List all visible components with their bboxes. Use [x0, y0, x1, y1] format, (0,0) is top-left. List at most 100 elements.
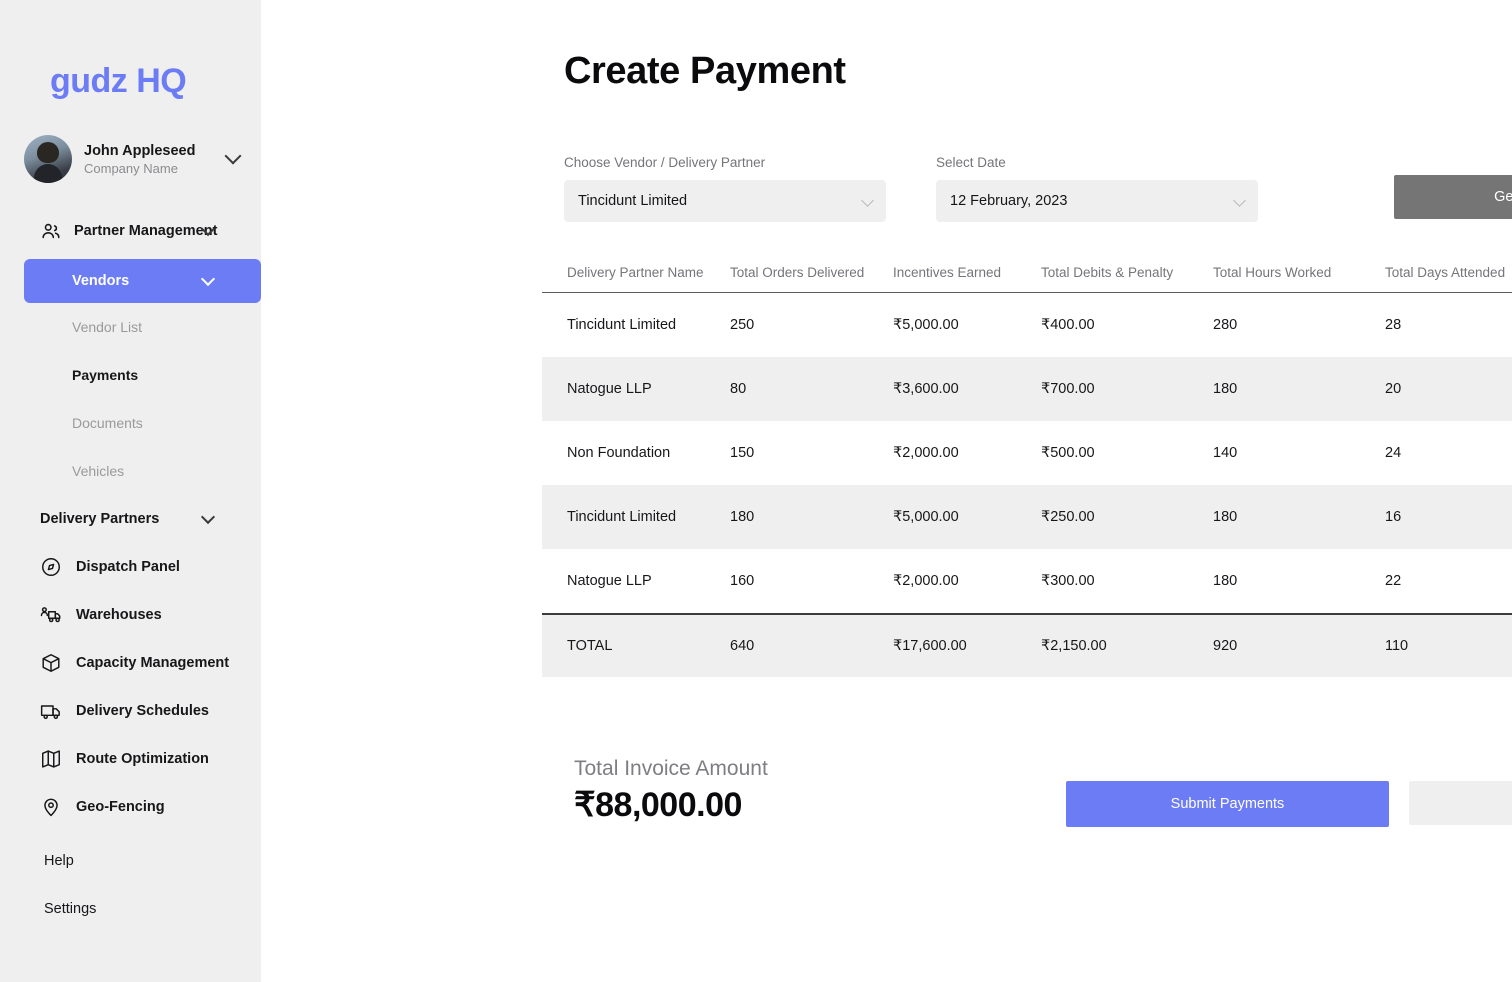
table-total-row: TOTAL 640 ₹17,600.00 ₹2,150.00 920 110 ₹…: [542, 615, 1512, 677]
cell-total-days: 110: [1385, 638, 1512, 654]
chevron-down-icon[interactable]: [225, 148, 242, 165]
col-header-hours: Total Hours Worked: [1213, 265, 1385, 280]
cell-incentives: ₹3,600.00: [893, 381, 1041, 397]
sidebar-label: Route Optimization: [76, 751, 209, 767]
cell-hours: 180: [1213, 381, 1385, 397]
sidebar-label: Documents: [72, 415, 143, 431]
date-select-value: 12 February, 2023: [950, 193, 1067, 209]
cell-debits: ₹400.00: [1041, 317, 1213, 333]
truck-icon: [40, 700, 62, 722]
table-row[interactable]: Tincidunt Limited 250 ₹5,000.00 ₹400.00 …: [542, 293, 1512, 357]
cell-orders: 250: [730, 317, 893, 333]
user-name: John Appleseed: [84, 143, 215, 159]
cell-debits: ₹500.00: [1041, 445, 1213, 461]
cell-partner-name: Natogue LLP: [542, 381, 730, 397]
sidebar-label: Dispatch Panel: [76, 559, 180, 575]
total-invoice-amount: ₹88,000.00: [574, 785, 768, 825]
sidebar-item-vehicles[interactable]: Vehicles: [0, 447, 261, 495]
cell-incentives: ₹2,000.00: [893, 573, 1041, 589]
sidebar-item-vendor-list[interactable]: Vendor List: [0, 303, 261, 351]
date-select[interactable]: 12 February, 2023: [936, 180, 1258, 222]
box-icon: [40, 652, 62, 674]
chevron-down-icon: [861, 194, 874, 207]
sidebar-item-help[interactable]: Help: [0, 837, 261, 885]
chevron-down-icon[interactable]: [201, 510, 215, 524]
sidebar-item-payments[interactable]: Payments: [0, 351, 261, 399]
cell-total-debits: ₹2,150.00: [1041, 638, 1213, 654]
cell-total-hours: 920: [1213, 638, 1385, 654]
chevron-down-icon: [1233, 194, 1246, 207]
cell-days: 20: [1385, 381, 1512, 397]
cell-total-incentives: ₹17,600.00: [893, 638, 1041, 654]
sidebar-item-route-optimization[interactable]: Route Optimization: [0, 735, 261, 783]
flag-payment-button[interactable]: Flag Payment: [1409, 781, 1512, 825]
sidebar-item-delivery-schedules[interactable]: Delivery Schedules: [0, 687, 261, 735]
total-invoice-block: Total Invoice Amount ₹88,000.00: [574, 757, 768, 825]
chevron-down-icon[interactable]: [201, 272, 215, 286]
cell-days: 28: [1385, 317, 1512, 333]
sidebar-label: Delivery Schedules: [76, 703, 209, 719]
warehouse-truck-icon: [40, 604, 62, 626]
cell-partner-name: Tincidunt Limited: [542, 509, 730, 525]
vendor-field: Choose Vendor / Delivery Partner Tincidu…: [564, 155, 886, 222]
sidebar-item-delivery-partners[interactable]: Delivery Partners: [0, 495, 261, 543]
cell-days: 16: [1385, 509, 1512, 525]
total-invoice-label: Total Invoice Amount: [574, 757, 768, 781]
cell-hours: 180: [1213, 573, 1385, 589]
brand-logo: gudz HQ: [0, 0, 261, 101]
sidebar-label: Capacity Management: [76, 655, 229, 671]
sidebar-item-vendors[interactable]: Vendors: [24, 259, 261, 303]
sidebar-item-capacity-management[interactable]: Capacity Management: [0, 639, 261, 687]
sidebar: gudz HQ John Appleseed Company Name: [0, 0, 261, 982]
col-header-incentives: Incentives Earned: [893, 265, 1041, 280]
cell-hours: 180: [1213, 509, 1385, 525]
cell-hours: 280: [1213, 317, 1385, 333]
user-company: Company Name: [84, 161, 215, 176]
table-row[interactable]: Natogue LLP 160 ₹2,000.00 ₹300.00 180 22…: [542, 549, 1512, 613]
vendor-select-value: Tincidunt Limited: [578, 193, 687, 209]
avatar: [24, 135, 72, 183]
cell-partner-name: Natogue LLP: [542, 573, 730, 589]
cell-incentives: ₹2,000.00: [893, 445, 1041, 461]
cell-incentives: ₹5,000.00: [893, 509, 1041, 525]
sidebar-label: Geo-Fencing: [76, 799, 165, 815]
sidebar-item-geo-fencing[interactable]: Geo-Fencing: [0, 783, 261, 831]
date-field: Select Date 12 February, 2023: [936, 155, 1258, 222]
cell-incentives: ₹5,000.00: [893, 317, 1041, 333]
col-header-debits: Total Debits & Penalty: [1041, 265, 1213, 280]
vendor-select[interactable]: Tincidunt Limited: [564, 180, 886, 222]
cell-days: 24: [1385, 445, 1512, 461]
table-row[interactable]: Non Foundation 150 ₹2,000.00 ₹500.00 140…: [542, 421, 1512, 485]
table-row[interactable]: Natogue LLP 80 ₹3,600.00 ₹700.00 180 20 …: [542, 357, 1512, 421]
cell-debits: ₹300.00: [1041, 573, 1213, 589]
compass-icon: [40, 556, 62, 578]
sidebar-item-partner-management[interactable]: Partner Management: [0, 211, 261, 251]
sidebar-item-warehouses[interactable]: Warehouses: [0, 591, 261, 639]
app-root: gudz HQ John Appleseed Company Name: [0, 0, 1512, 982]
generate-payment-button[interactable]: Generate Payment: [1394, 175, 1512, 219]
sidebar-label: Partner Management: [74, 223, 217, 239]
sidebar-nav: Partner Management Vendors Vendor List P…: [0, 211, 261, 933]
sidebar-item-dispatch-panel[interactable]: Dispatch Panel: [0, 543, 261, 591]
sidebar-label: Warehouses: [76, 607, 162, 623]
cell-hours: 140: [1213, 445, 1385, 461]
cell-partner-name: Non Foundation: [542, 445, 730, 461]
col-header-orders: Total Orders Delivered: [730, 265, 893, 280]
sidebar-item-settings[interactable]: Settings: [0, 885, 261, 933]
sidebar-label: Settings: [44, 901, 96, 917]
sidebar-label: Payments: [72, 367, 138, 383]
sidebar-item-documents[interactable]: Documents: [0, 399, 261, 447]
cell-debits: ₹700.00: [1041, 381, 1213, 397]
sidebar-label: Vehicles: [72, 463, 124, 479]
payments-table: Delivery Partner Name Total Orders Deliv…: [542, 252, 1512, 677]
main-content: Create Payment Choose Vendor / Delivery …: [261, 0, 1512, 982]
vendor-field-label: Choose Vendor / Delivery Partner: [564, 155, 886, 170]
submit-payments-button[interactable]: Submit Payments: [1066, 781, 1389, 827]
cell-debits: ₹250.00: [1041, 509, 1213, 525]
table-row[interactable]: Tincidunt Limited 180 ₹5,000.00 ₹250.00 …: [542, 485, 1512, 549]
cell-orders: 160: [730, 573, 893, 589]
pin-icon: [40, 796, 62, 818]
page-title: Create Payment: [564, 50, 846, 93]
user-profile[interactable]: John Appleseed Company Name: [0, 101, 261, 183]
cell-orders: 150: [730, 445, 893, 461]
